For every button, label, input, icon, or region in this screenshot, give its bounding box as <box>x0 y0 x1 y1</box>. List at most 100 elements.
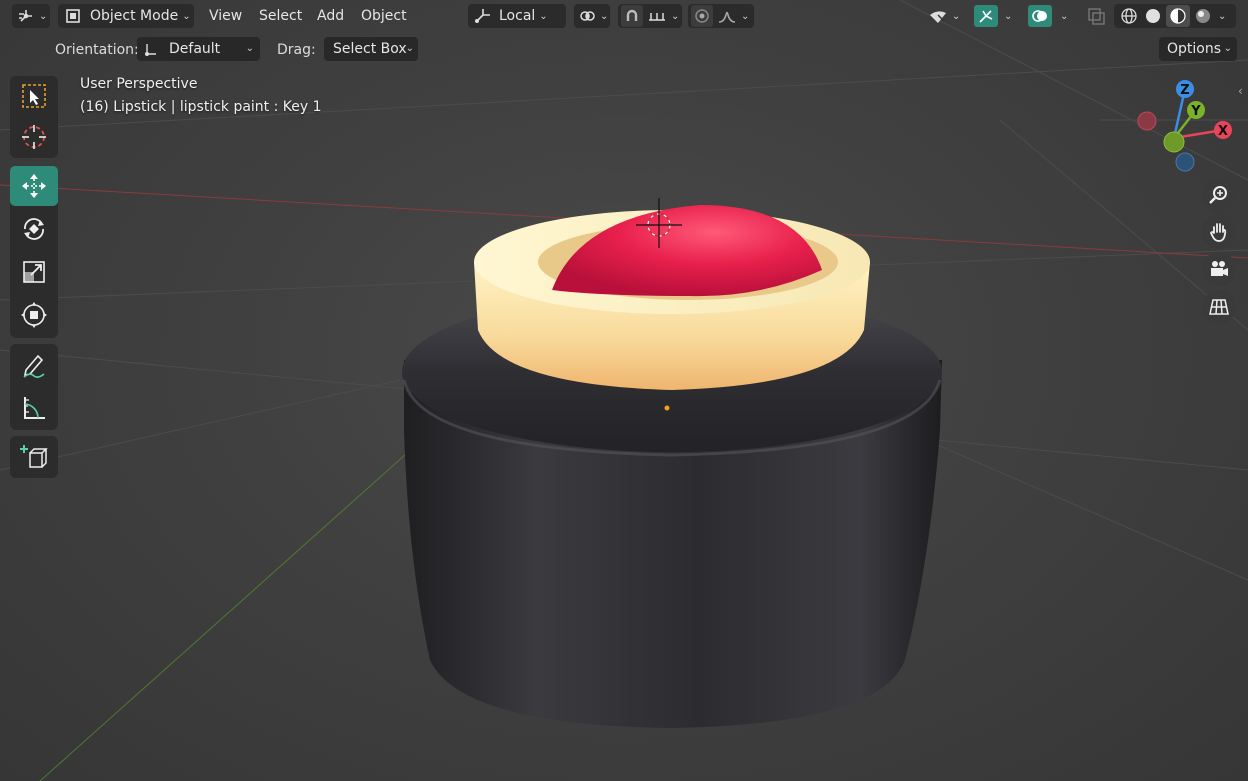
toolbar-group-transform <box>10 166 58 338</box>
select-box-icon <box>22 84 46 108</box>
neg-y-axis-ball[interactable] <box>1163 131 1185 153</box>
object-mode-icon <box>64 7 82 25</box>
pivot-point-icon <box>578 7 596 25</box>
options-label: Options <box>1167 41 1222 57</box>
mode-dropdown[interactable]: Object Mode ⌄ <box>58 4 194 28</box>
measure-icon <box>24 397 45 419</box>
menu-select[interactable]: Select <box>253 4 308 28</box>
z-axis-ball[interactable]: Z <box>1176 80 1194 98</box>
camera-view-button[interactable] <box>1202 252 1236 286</box>
orientation-value: Default <box>169 41 221 57</box>
tool-measure[interactable] <box>10 388 58 428</box>
blender-3d-viewport-window: ⌄ Object Mode ⌄ View Select Add Object L… <box>0 0 1248 781</box>
ortho-toggle-button[interactable] <box>1202 290 1236 324</box>
add-cube-icon <box>20 445 48 468</box>
falloff-curve-icon[interactable] <box>717 8 737 24</box>
x-axis-label: X <box>1218 124 1228 139</box>
orientation-label: Orientation: <box>55 42 139 58</box>
pan-button[interactable] <box>1202 215 1236 249</box>
rendered-shading-icon[interactable] <box>1192 5 1214 27</box>
z-axis-label: Z <box>1180 83 1189 98</box>
zoom-button[interactable] <box>1202 178 1236 212</box>
menu-object[interactable]: Object <box>355 4 413 28</box>
scale-icon <box>23 261 45 283</box>
chevron-down-icon: ⌄ <box>1223 43 1232 54</box>
snap-increment-icon[interactable] <box>647 8 667 24</box>
tool-add-cube[interactable] <box>10 437 58 477</box>
x-axis-ball[interactable]: X <box>1214 121 1232 139</box>
overlays-dropdown[interactable]: ⌄ <box>1028 4 1076 28</box>
drag-label: Drag: <box>277 42 316 58</box>
sidebar-toggle-icon[interactable]: ‹ <box>1238 84 1243 98</box>
chevron-down-icon[interactable]: ⌄ <box>1218 11 1226 22</box>
viewport-header: ⌄ Object Mode ⌄ View Select Add Object L… <box>0 0 1248 32</box>
tool-scale[interactable] <box>10 252 58 292</box>
editor-type-button[interactable]: ⌄ <box>12 4 50 28</box>
chevron-down-icon: ⌄ <box>1004 10 1013 22</box>
neg-z-axis-ball[interactable] <box>1175 152 1195 172</box>
menu-view[interactable]: View <box>203 4 248 28</box>
proportional-editing-group: ⌄ <box>688 4 754 28</box>
chevron-down-icon: ⌄ <box>1060 10 1069 22</box>
zoom-icon <box>1209 186 1227 204</box>
options-dropdown[interactable]: Options ⌄ <box>1159 37 1237 61</box>
magnet-icon[interactable] <box>621 5 643 27</box>
toolbar-group-select <box>10 76 58 158</box>
local-orientation-icon <box>473 7 493 25</box>
gizmo-icon[interactable] <box>974 5 998 27</box>
object-origin <box>664 405 670 411</box>
material-preview-icon[interactable] <box>1166 5 1190 27</box>
chevron-down-icon: ⌄ <box>952 10 961 22</box>
tool-move[interactable] <box>10 166 58 206</box>
scene-render <box>0 0 1248 781</box>
tool-annotate[interactable] <box>10 346 58 386</box>
toolbar-group-add <box>10 436 58 478</box>
solid-shading-icon[interactable] <box>1142 5 1164 27</box>
tool-transform[interactable] <box>10 295 58 335</box>
chevron-down-icon: ⌄ <box>600 10 609 22</box>
transform-orientation-label: Local <box>499 8 536 24</box>
shading-modes: ⌄ <box>1114 4 1236 28</box>
axis-grid-icon <box>17 7 35 25</box>
transform-orientation-dropdown[interactable]: Local ⌄ <box>468 4 566 28</box>
drag-value: Select Box <box>333 41 407 57</box>
tool-rotate[interactable] <box>10 209 58 249</box>
wireframe-shading-icon[interactable] <box>1118 5 1140 27</box>
tool-select-box[interactable] <box>10 76 58 116</box>
overlays-icon[interactable] <box>1028 5 1052 27</box>
ortho-grid-icon <box>1209 299 1229 315</box>
navigation-gizmo[interactable]: Z Y X <box>1130 76 1240 176</box>
orientation-dropdown[interactable]: Default ⌄ <box>137 37 260 61</box>
orientation-axes-icon <box>143 40 159 58</box>
y-axis-ball[interactable]: Y <box>1187 101 1205 119</box>
move-icon <box>22 174 46 198</box>
menu-add[interactable]: Add <box>311 4 350 28</box>
pivot-point-dropdown[interactable]: ⌄ <box>574 4 610 28</box>
drag-dropdown[interactable]: Select Box ⌄ <box>324 37 418 61</box>
view-name: User Perspective <box>80 76 198 92</box>
y-axis-label: Y <box>1190 104 1201 119</box>
tool-cursor[interactable] <box>10 117 58 157</box>
selectability-icon <box>928 7 948 25</box>
cursor-icon <box>22 125 46 149</box>
object-info: (16) Lipstick | lipstick paint : Key 1 <box>80 99 322 115</box>
annotate-icon <box>23 354 45 378</box>
neg-x-axis-ball[interactable] <box>1137 111 1157 131</box>
proportional-edit-icon[interactable] <box>691 5 713 27</box>
chevron-down-icon: ⌄ <box>182 10 191 22</box>
gizmo-dropdown[interactable]: ⌄ <box>972 4 1018 28</box>
rotate-icon <box>24 218 44 240</box>
pan-hand-icon <box>1209 223 1227 242</box>
selectability-dropdown[interactable]: ⌄ <box>926 4 966 28</box>
chevron-down-icon: ⌄ <box>39 10 48 22</box>
xray-icon[interactable] <box>1086 7 1106 25</box>
transform-icon <box>21 302 47 328</box>
camera-view-icon <box>1211 261 1228 276</box>
chevron-down-icon: ⌄ <box>741 10 750 22</box>
chevron-down-icon: ⌄ <box>405 43 414 54</box>
chevron-down-icon: ⌄ <box>671 10 680 22</box>
chevron-down-icon: ⌄ <box>539 10 548 22</box>
chevron-down-icon: ⌄ <box>245 43 254 54</box>
mode-label: Object Mode <box>90 8 179 24</box>
snapping-group: ⌄ <box>618 4 682 28</box>
